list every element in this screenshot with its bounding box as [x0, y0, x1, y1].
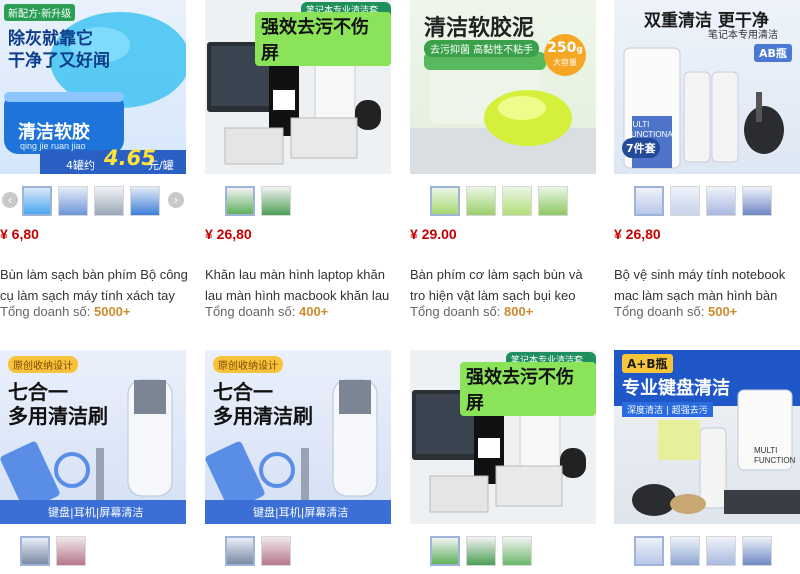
product-card[interactable]: 笔记本专业清洁套装 强效去污不伤屏	[410, 350, 596, 574]
product-image[interactable]: 笔记本专业清洁套装 强效去污不伤屏	[205, 0, 391, 174]
thumbnail[interactable]	[225, 186, 255, 216]
hero-headline: 专业键盘清洁	[622, 378, 730, 399]
sales-count: Tổng doanh số: 5000+	[0, 304, 131, 319]
product-price: ¥ 26,80	[205, 226, 252, 242]
promo-suffix: 元/罐	[148, 159, 174, 172]
product-card[interactable]: A+B瓶 专业键盘清洁 深度清洁 | 超强去污 MULTI FUNCTION	[614, 350, 800, 574]
product-price: ¥ 6,80	[0, 226, 39, 242]
piece-count: 7件套	[622, 138, 660, 158]
thumbnail[interactable]	[130, 186, 160, 216]
product-image[interactable]: 新配方·新升级 除灰就靠它 干净了又好闻 清洁软胶 qing jie ruan …	[0, 0, 186, 174]
chevron-left-icon[interactable]: ‹	[2, 192, 18, 208]
product-card[interactable]: 笔记本专业清洁套装 强效去污不伤屏 ¥ 26,80 Khăn lau màn h…	[205, 0, 391, 330]
thumbnail[interactable]	[634, 186, 664, 216]
sales-value: 500+	[707, 304, 738, 319]
sales-label: Tổng doanh số:	[0, 304, 91, 319]
product-grid: 新配方·新升级 除灰就靠它 干净了又好闻 清洁软胶 qing jie ruan …	[0, 0, 800, 574]
thumbnail[interactable]	[670, 536, 700, 566]
capacity-badge: 250g 大容量	[544, 34, 586, 76]
thumbnail[interactable]	[22, 186, 52, 216]
product-image[interactable]: 双重清洁 更干净 笔记本专用清洁 AB瓶 MULTI FUNCTIONAL 7件…	[614, 0, 800, 174]
product-price: ¥ 29.00	[410, 226, 457, 242]
thumbnail[interactable]	[706, 186, 736, 216]
thumbnail-strip	[0, 536, 186, 566]
thumbnail[interactable]	[634, 536, 664, 566]
sales-count: Tổng doanh số: 400+	[205, 304, 328, 319]
product-card[interactable]: 新配方·新升级 除灰就靠它 干净了又好闻 清洁软胶 qing jie ruan …	[0, 0, 188, 330]
product-image[interactable]: 原创收纳设计 七合一 多用清洁刷 键盘|耳机|屏幕清洁	[205, 350, 391, 524]
hero-sub: 笔记本专用清洁	[708, 30, 778, 41]
thumbnail[interactable]	[502, 186, 532, 216]
thumbnail[interactable]	[58, 186, 88, 216]
bottle-label: MULTI FUNCTIONAL	[626, 120, 678, 139]
thumbnail[interactable]	[94, 186, 124, 216]
hero-headline-2: 多用清洁刷	[213, 404, 313, 428]
thumbnail-strip	[205, 186, 391, 216]
sales-count: Tổng doanh số: 800+	[410, 304, 533, 319]
hero-footer: 键盘|耳机|屏幕清洁	[48, 506, 144, 519]
product-image[interactable]: 清洁软胶泥 去污抑菌 高黏性不粘手 250g 大容量	[410, 0, 596, 174]
new-formula-badge: 新配方·新升级	[4, 4, 76, 21]
thumbnail[interactable]	[706, 536, 736, 566]
product-title[interactable]: Bàn phím cơ làm sạch bùn và tro hiện vật…	[410, 264, 600, 306]
thumbnail[interactable]	[502, 536, 532, 566]
thumbnail-strip	[410, 536, 596, 566]
thumbnail[interactable]	[742, 186, 772, 216]
ab-bottle-tag: AB瓶	[754, 44, 792, 62]
product-image[interactable]: 原创收纳设计 七合一 多用清洁刷 键盘|耳机|屏幕清洁	[0, 350, 186, 524]
hero-headline: 清洁软胶泥	[424, 16, 535, 41]
sales-value: 5000+	[93, 304, 131, 319]
thumbnail[interactable]	[430, 536, 460, 566]
sales-label: Tổng doanh số:	[614, 304, 705, 319]
hero-headline-2: 多用清洁刷	[8, 404, 108, 428]
thumbnail[interactable]	[430, 186, 460, 216]
thumbnail[interactable]	[670, 186, 700, 216]
product-title[interactable]: Bùn làm sạch bàn phím Bộ công cụ làm sạc…	[0, 264, 190, 306]
thumbnail[interactable]	[56, 536, 86, 566]
thumbnail[interactable]	[466, 536, 496, 566]
sales-label: Tổng doanh số:	[410, 304, 501, 319]
hero-footer: 键盘|耳机|屏幕清洁	[253, 506, 349, 519]
sales-value: 800+	[503, 304, 534, 319]
thumbnail-strip	[614, 186, 800, 216]
brand-pinyin: qing jie ruan jiao	[20, 141, 86, 151]
product-card[interactable]: 原创收纳设计 七合一 多用清洁刷 键盘|耳机|屏幕清洁	[205, 350, 391, 574]
thumbnail[interactable]	[261, 536, 291, 566]
thumbnail[interactable]	[742, 536, 772, 566]
capacity-unit: g	[576, 45, 583, 55]
thumbnail[interactable]	[225, 536, 255, 566]
capacity-note: 大容量	[553, 58, 577, 67]
chevron-right-icon[interactable]: ›	[168, 192, 184, 208]
product-title[interactable]: Bộ vệ sinh máy tính notebook mac làm sạc…	[614, 264, 800, 306]
hero-line-2: 干净了又好闻	[8, 51, 110, 71]
sales-count: Tổng doanh số: 500+	[614, 304, 737, 319]
hero-headline: 强效去污不伤屏	[460, 362, 596, 416]
hero-sub: 深度清洁 | 超强去污	[622, 402, 713, 417]
product-image[interactable]: A+B瓶 专业键盘清洁 深度清洁 | 超强去污 MULTI FUNCTION	[614, 350, 800, 524]
hero-headline: 强效去污不伤屏	[255, 12, 391, 66]
sales-value: 400+	[298, 304, 329, 319]
product-card[interactable]: 原创收纳设计 七合一 多用清洁刷 键盘|耳机|屏幕清洁	[0, 350, 186, 574]
sales-label: Tổng doanh số:	[205, 304, 296, 319]
product-card[interactable]: 清洁软胶泥 去污抑菌 高黏性不粘手 250g 大容量 ¥ 29.00 Bàn p…	[410, 0, 596, 330]
thumbnail[interactable]	[261, 186, 291, 216]
thumbnail-strip: ‹ ›	[0, 186, 186, 216]
thumbnail-strip	[205, 536, 391, 566]
product-price: ¥ 26,80	[614, 226, 661, 242]
thumbnail[interactable]	[20, 536, 50, 566]
capacity-number: 250	[547, 40, 577, 56]
promo-prefix: 4罐约	[66, 159, 95, 172]
hero-sub: 去污抑菌 高黏性不粘手	[424, 40, 540, 57]
thumbnail-strip	[410, 186, 596, 216]
thumbnail[interactable]	[466, 186, 496, 216]
hero-tag: 原创收纳设计	[8, 356, 78, 373]
product-title[interactable]: Khăn lau màn hình laptop khăn lau màn hì…	[205, 264, 395, 306]
hero-tag: 原创收纳设计	[213, 356, 283, 373]
thumbnail-strip	[614, 536, 800, 566]
product-image[interactable]: 笔记本专业清洁套装 强效去污不伤屏	[410, 350, 596, 524]
ab-bottle-tag: A+B瓶	[622, 354, 673, 373]
bottle-label: MULTI FUNCTION	[754, 446, 796, 465]
product-card[interactable]: 双重清洁 更干净 笔记本专用清洁 AB瓶 MULTI FUNCTIONAL 7件…	[614, 0, 800, 330]
thumbnail[interactable]	[538, 186, 568, 216]
